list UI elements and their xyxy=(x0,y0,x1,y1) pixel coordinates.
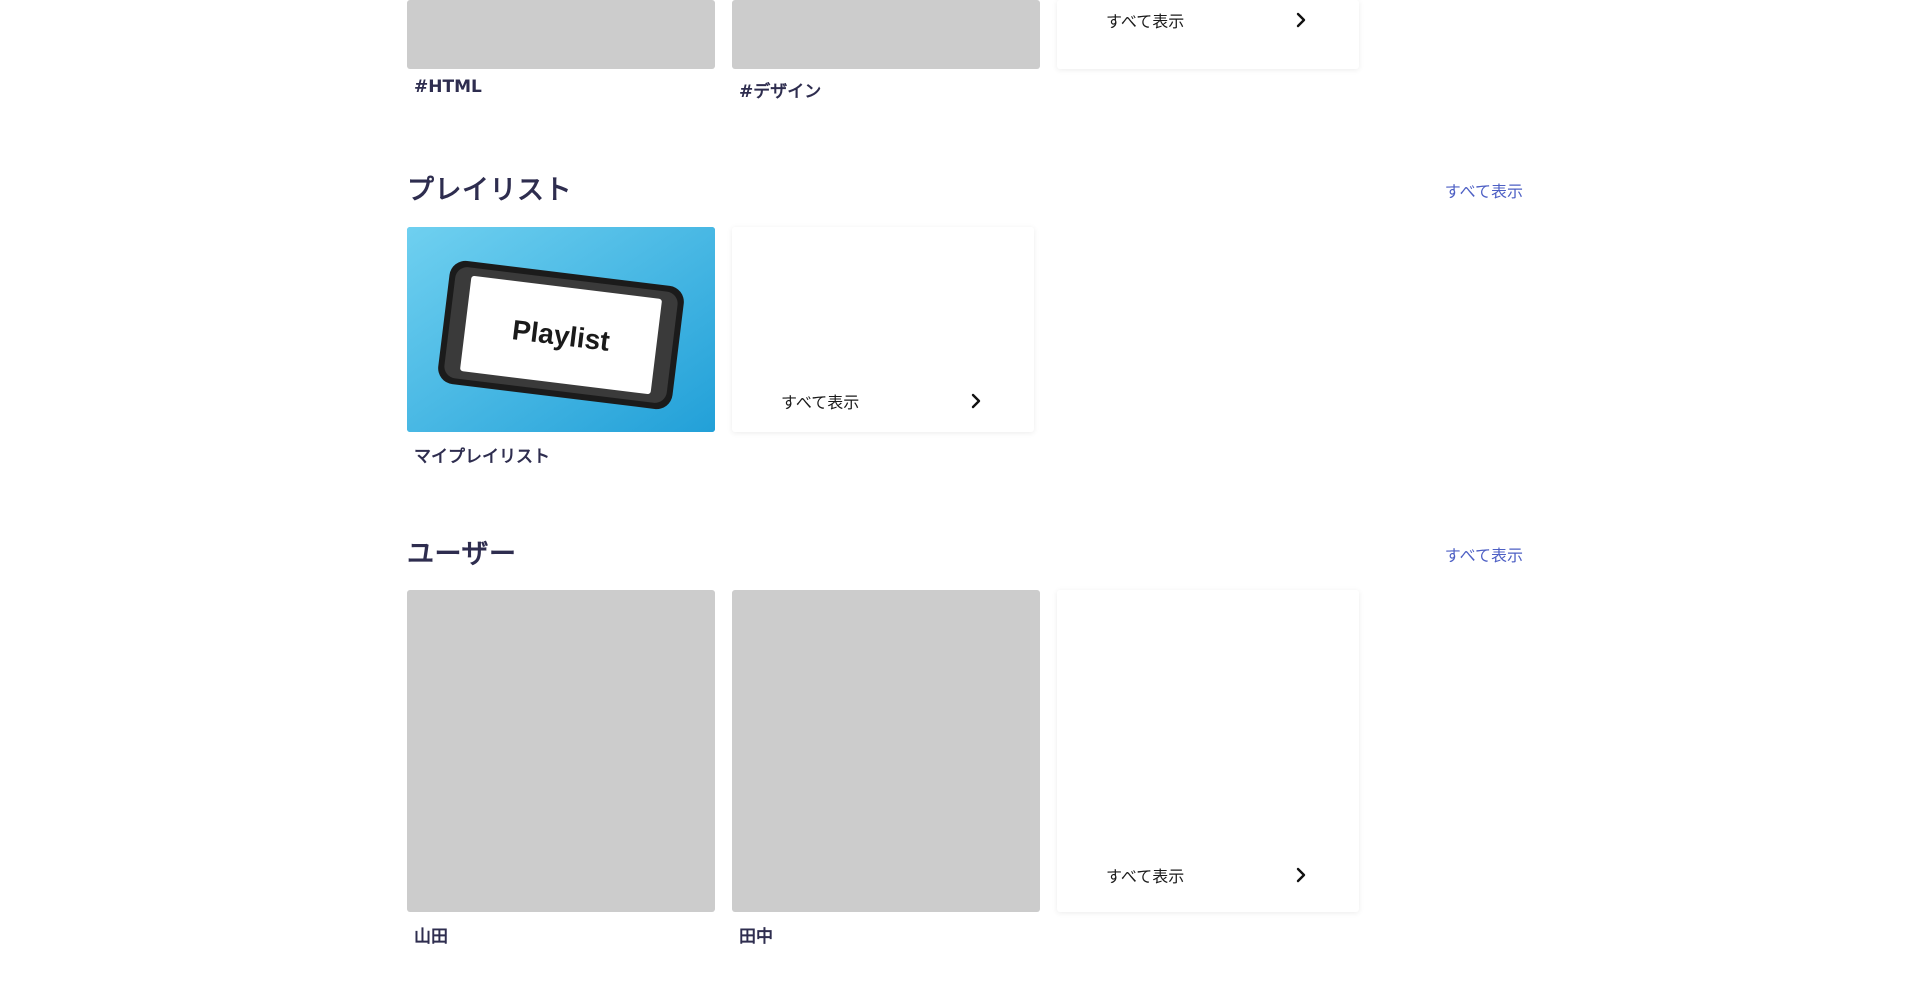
tag-card[interactable]: #デザイン xyxy=(732,0,1040,102)
tag-thumbnail[interactable] xyxy=(407,0,715,69)
user-card[interactable]: 山田 xyxy=(407,590,715,947)
users-see-all-card[interactable]: すべて表示 xyxy=(1057,590,1359,912)
phone-image: Playlist xyxy=(407,227,715,432)
see-all-label: すべて表示 xyxy=(781,393,860,412)
playlist-see-all-card[interactable]: すべて表示 xyxy=(732,227,1034,432)
tag-thumbnail[interactable] xyxy=(732,0,1040,69)
section-title: ユーザー xyxy=(407,539,517,570)
page: #HTML #デザイン すべて表示 プレイリスト すべて表示 Playlist … xyxy=(0,0,1920,1001)
see-all-link[interactable]: すべて表示 xyxy=(1445,178,1523,202)
user-card[interactable]: 田中 xyxy=(732,590,1040,947)
tag-card[interactable]: #HTML xyxy=(407,0,715,97)
playlist-label[interactable]: マイプレイリスト xyxy=(414,442,715,467)
see-all-label: すべて表示 xyxy=(1106,867,1185,886)
section-header: プレイリスト すべて表示 xyxy=(407,168,1523,208)
tags-see-all-card[interactable]: すべて表示 xyxy=(1057,0,1359,69)
chevron-right-icon xyxy=(1296,12,1306,28)
chevron-right-icon xyxy=(1296,867,1306,883)
user-name[interactable]: 山田 xyxy=(414,922,715,947)
section-title: プレイリスト xyxy=(407,175,572,206)
users-section: ユーザー すべて表示 山田 田中 すべて表示 xyxy=(407,532,1523,947)
see-all-label: すべて表示 xyxy=(1106,12,1185,31)
user-avatar[interactable] xyxy=(732,590,1040,912)
playlist-section: プレイリスト すべて表示 Playlist マイプレイリスト すべて表示 xyxy=(407,168,1523,467)
tag-label[interactable]: #HTML xyxy=(414,77,715,97)
chevron-right-icon xyxy=(971,393,981,409)
playlist-card[interactable]: Playlist マイプレイリスト xyxy=(407,227,715,467)
tag-label[interactable]: #デザイン xyxy=(739,77,1040,102)
user-name[interactable]: 田中 xyxy=(739,922,1040,947)
user-avatar[interactable] xyxy=(407,590,715,912)
playlist-thumbnail[interactable]: Playlist xyxy=(407,227,715,432)
see-all-link[interactable]: すべて表示 xyxy=(1445,542,1523,566)
section-header: ユーザー すべて表示 xyxy=(407,532,1523,572)
